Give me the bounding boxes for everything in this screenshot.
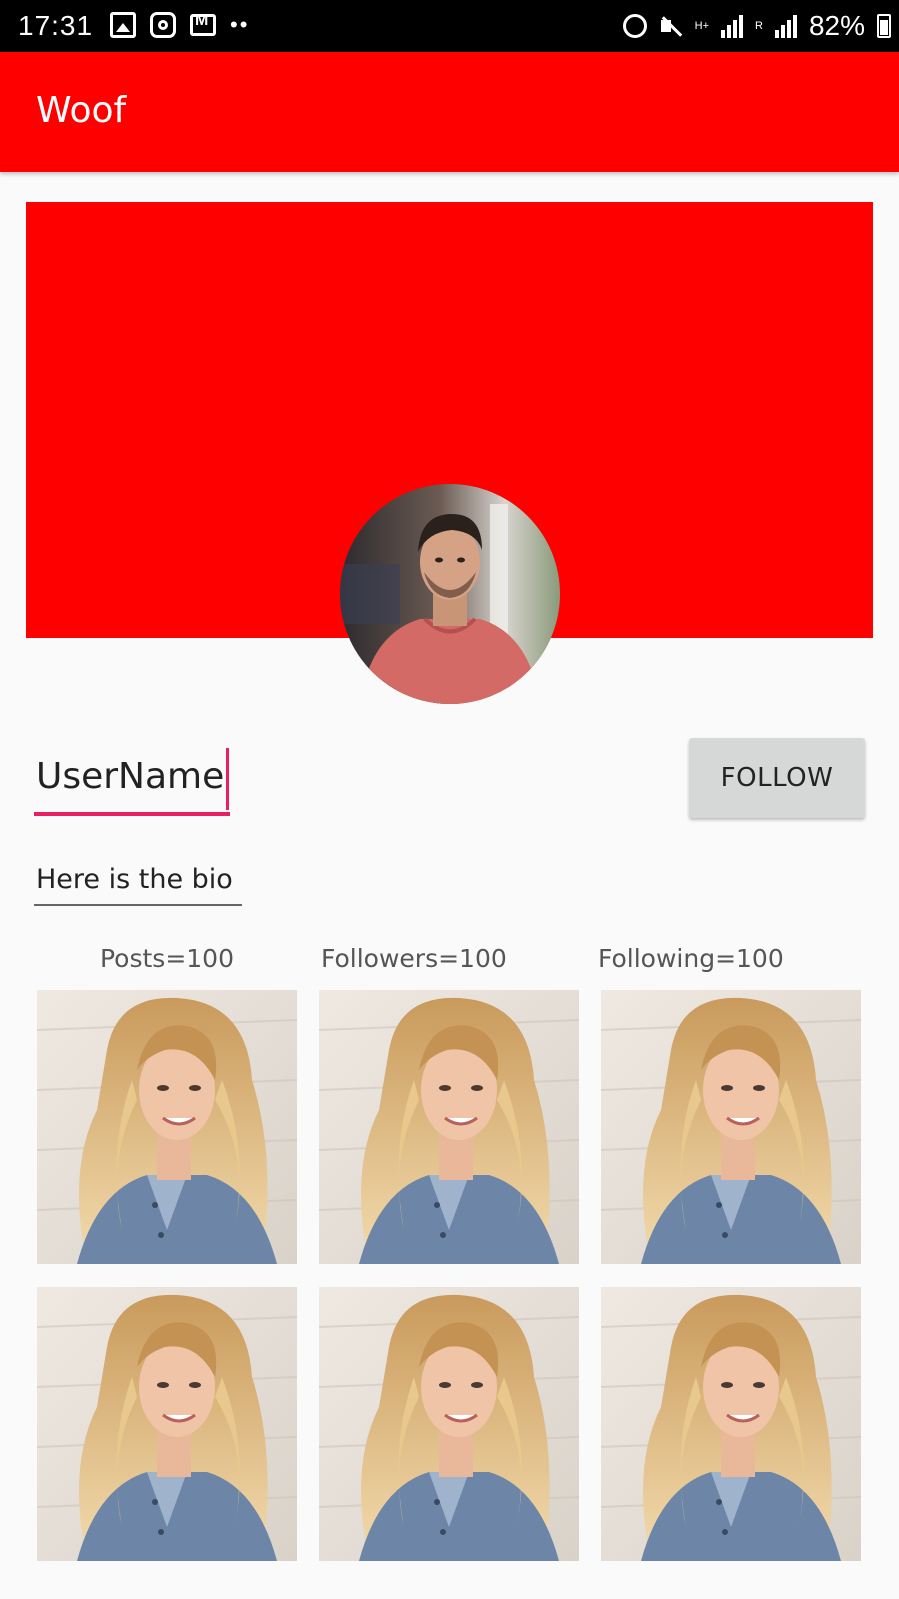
text-cursor [226,748,229,810]
more-notifications-icon: •• [230,12,250,37]
grid-photo[interactable] [319,990,579,1264]
posts-count[interactable]: Posts=100 [100,944,234,973]
roaming-indicator: R [755,19,763,32]
battery-percent: 82% [808,10,865,41]
status-bar: 17:31 •• H+ R 82% [0,0,899,52]
grid-photo[interactable] [601,1287,861,1561]
alarm-icon [622,14,647,38]
system-icons: H+ R 82% [622,10,891,42]
bio-text[interactable]: Here is the bio [36,864,233,895]
signal-icon [721,14,743,38]
follow-button[interactable]: FOLLOW [689,738,865,818]
grid-photo[interactable] [601,990,861,1264]
network-type: H+ [694,19,709,32]
following-count[interactable]: Following=100 [598,944,784,973]
mute-icon [659,14,683,38]
gallery-icon [110,12,136,38]
app-title: Woof [36,90,127,131]
grid-photo[interactable] [37,990,297,1264]
avatar[interactable] [340,484,560,704]
profile-screen: 17:31 •• H+ R 82% Woof [0,0,899,1599]
bio-underline [34,904,242,906]
followers-count[interactable]: Followers=100 [321,944,507,973]
battery-icon [877,14,891,38]
username-text[interactable]: UserName [36,756,224,797]
status-time: 17:31 [18,10,94,41]
app-bar: Woof [0,52,899,172]
username-field[interactable]: UserName [34,748,230,816]
signal-2-icon [774,14,797,38]
instagram-icon [150,12,176,38]
username-underline [34,812,230,816]
bio-field[interactable]: Here is the bio [34,862,242,906]
grid-photo[interactable] [319,1287,579,1561]
grid-photo[interactable] [37,1287,297,1561]
notification-icons: •• [110,12,249,38]
mail-icon [190,12,216,36]
